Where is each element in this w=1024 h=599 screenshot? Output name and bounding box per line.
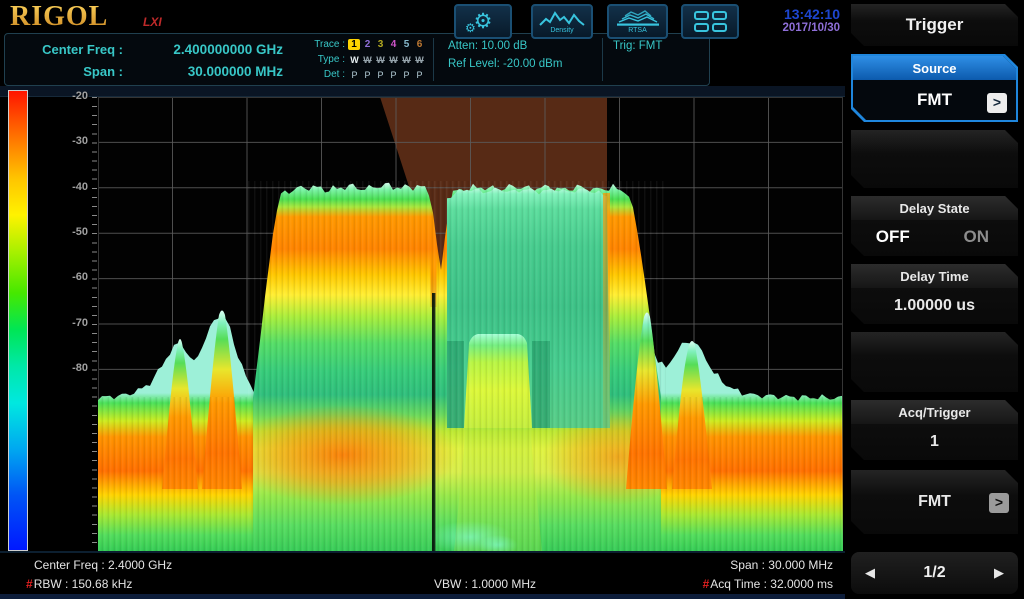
trig-status: Trig: FMT: [603, 34, 662, 85]
y-label--80: -80: [32, 362, 88, 374]
trace-det-label: Det :: [305, 69, 345, 80]
y-label--70: -70: [32, 317, 88, 329]
prev-page-icon[interactable]: ◀: [865, 565, 875, 581]
y-label--40: -40: [32, 181, 88, 193]
rtsa-view-button[interactable]: RTSA: [607, 4, 668, 39]
status-rbw: #RBW : 150.68 kHz: [26, 577, 132, 591]
center-freq-label: Center Freq :: [5, 42, 123, 57]
span-label: Span :: [5, 64, 123, 79]
trace-det-2: P: [361, 70, 374, 80]
status-bar: Center Freq : 2.4000 GHz Span : 30.000 M…: [0, 551, 845, 599]
clock: 13:42:10 2017/10/30: [752, 6, 840, 34]
spectrum-plot: [98, 97, 843, 551]
trace-type-label: Type :: [305, 54, 345, 65]
acq-trigger-value: 1: [851, 424, 1018, 460]
density-view-button[interactable]: Density: [531, 4, 593, 39]
y-axis-ticks: [92, 97, 97, 551]
blank-softkey-2[interactable]: [851, 332, 1018, 392]
fmt-menu-button[interactable]: FMT >: [851, 470, 1018, 534]
page-navigation[interactable]: ◀ 1/2 ▶: [851, 552, 1018, 594]
source-button[interactable]: Source FMT >: [851, 54, 1018, 122]
delay-state-button[interactable]: Delay State OFF ON: [851, 196, 1018, 256]
next-page-icon[interactable]: ▶: [994, 565, 1004, 581]
blank-softkey-1[interactable]: [851, 130, 1018, 188]
clock-date: 2017/10/30: [752, 22, 840, 34]
acq-trigger-label: Acq/Trigger: [851, 400, 1018, 424]
trace-det-3: P: [374, 70, 387, 80]
delay-time-value: 1.00000 us: [851, 288, 1018, 324]
trace-5[interactable]: 5: [400, 39, 413, 50]
trace-1[interactable]: 1: [348, 39, 360, 50]
analyzer-screen: RIGOL LXI Center Freq : 2.400000000 GHz …: [0, 0, 1024, 599]
trace-label: Trace :: [305, 39, 345, 50]
density-waveform-icon: [539, 10, 585, 26]
trace-type-3: W: [374, 55, 387, 65]
rtsa-label: RTSA: [628, 27, 647, 34]
window-layout-button[interactable]: [681, 4, 739, 39]
atten-block: Atten: 10.00 dB Ref Level: -20.00 dBm: [434, 34, 602, 85]
trace-type-6: W: [413, 55, 426, 65]
gear-small-icon: ⚙: [465, 22, 476, 34]
trace-type-4: W: [387, 55, 400, 65]
trace-det-4: P: [387, 70, 400, 80]
window-layout-icon: [694, 11, 727, 32]
acq-trigger-button[interactable]: Acq/Trigger 1: [851, 400, 1018, 460]
y-label--50: -50: [32, 226, 88, 238]
atten-value[interactable]: Atten: 10.00 dB: [448, 40, 602, 58]
trace-3[interactable]: 3: [374, 39, 387, 50]
trace-type-5: W: [400, 55, 413, 65]
settings-button[interactable]: ⚙ ⚙: [454, 4, 512, 39]
spectrum-display: [98, 97, 843, 551]
y-label--60: -60: [32, 271, 88, 283]
delay-time-button[interactable]: Delay Time 1.00000 us: [851, 264, 1018, 324]
trace-type-1: W: [348, 55, 361, 65]
status-vbw: VBW : 1.0000 MHz: [434, 577, 536, 591]
trace-6[interactable]: 6: [413, 39, 426, 50]
delay-time-label: Delay Time: [851, 264, 1018, 288]
rigol-logo: RIGOL: [10, 1, 108, 33]
menu-title: Trigger: [851, 4, 1018, 46]
status-center-freq: Center Freq : 2.4000 GHz: [34, 558, 172, 572]
measurement-info-panel: Center Freq : 2.400000000 GHz Span : 30.…: [4, 33, 710, 86]
delay-state-label: Delay State: [851, 196, 1018, 220]
trace-det-6: P: [413, 70, 426, 80]
trace-block: Trace : 1 2 3 4 5 6 Type : W W W W W W D…: [305, 34, 433, 85]
fmt-submenu-arrow-icon: >: [989, 493, 1009, 513]
page-indicator: 1/2: [923, 564, 945, 582]
rbw-uncoupled-marker: #: [26, 577, 33, 591]
density-label: Density: [550, 27, 573, 34]
span-value[interactable]: 30.000000 MHz: [123, 64, 283, 79]
trace-det-5: P: [400, 70, 413, 80]
density-colorbar: [8, 90, 28, 551]
lxi-badge: LXI: [143, 15, 162, 29]
y-label--30: -30: [32, 135, 88, 147]
delay-state-off[interactable]: OFF: [851, 227, 935, 247]
rtsa-waterfall-icon: [615, 10, 661, 26]
center-freq-value[interactable]: 2.400000000 GHz: [123, 42, 283, 57]
plot-top-strip: [0, 86, 845, 97]
submenu-arrow-icon: >: [987, 93, 1007, 113]
trace-type-2: W: [361, 55, 374, 65]
trace-det-1: P: [348, 70, 361, 80]
acq-uncoupled-marker: #: [703, 577, 710, 591]
y-label--20: -20: [32, 90, 88, 102]
freq-block: Center Freq : 2.400000000 GHz Span : 30.…: [5, 34, 305, 85]
clock-time: 13:42:10: [752, 6, 840, 22]
gear-icon: ⚙: [474, 11, 493, 32]
status-acq-time: #Acq Time : 32.0000 ms: [703, 577, 833, 591]
status-span: Span : 30.000 MHz: [730, 558, 833, 572]
trace-2[interactable]: 2: [361, 39, 374, 50]
trace-4[interactable]: 4: [387, 39, 400, 50]
source-label: Source: [853, 56, 1016, 80]
ref-level-value[interactable]: Ref Level: -20.00 dBm: [448, 58, 602, 76]
trigger-menu-sidebar: Trigger Source FMT > Delay State OFF ON …: [845, 0, 1024, 599]
delay-state-on[interactable]: ON: [935, 227, 1019, 247]
